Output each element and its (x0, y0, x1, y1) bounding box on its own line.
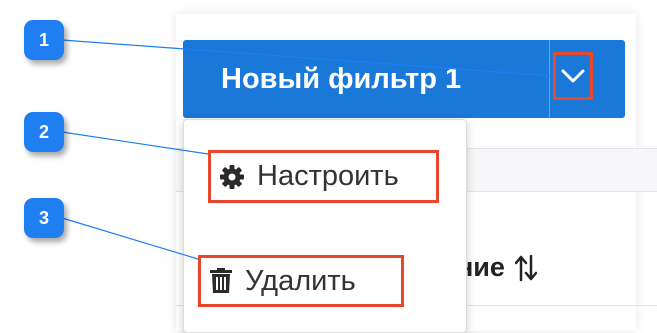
callout-badge-3: 3 (24, 198, 64, 238)
callout-lines (61, 39, 554, 260)
callout-badge-1: 1 (24, 20, 64, 60)
callout-badge-2: 2 (24, 112, 64, 152)
